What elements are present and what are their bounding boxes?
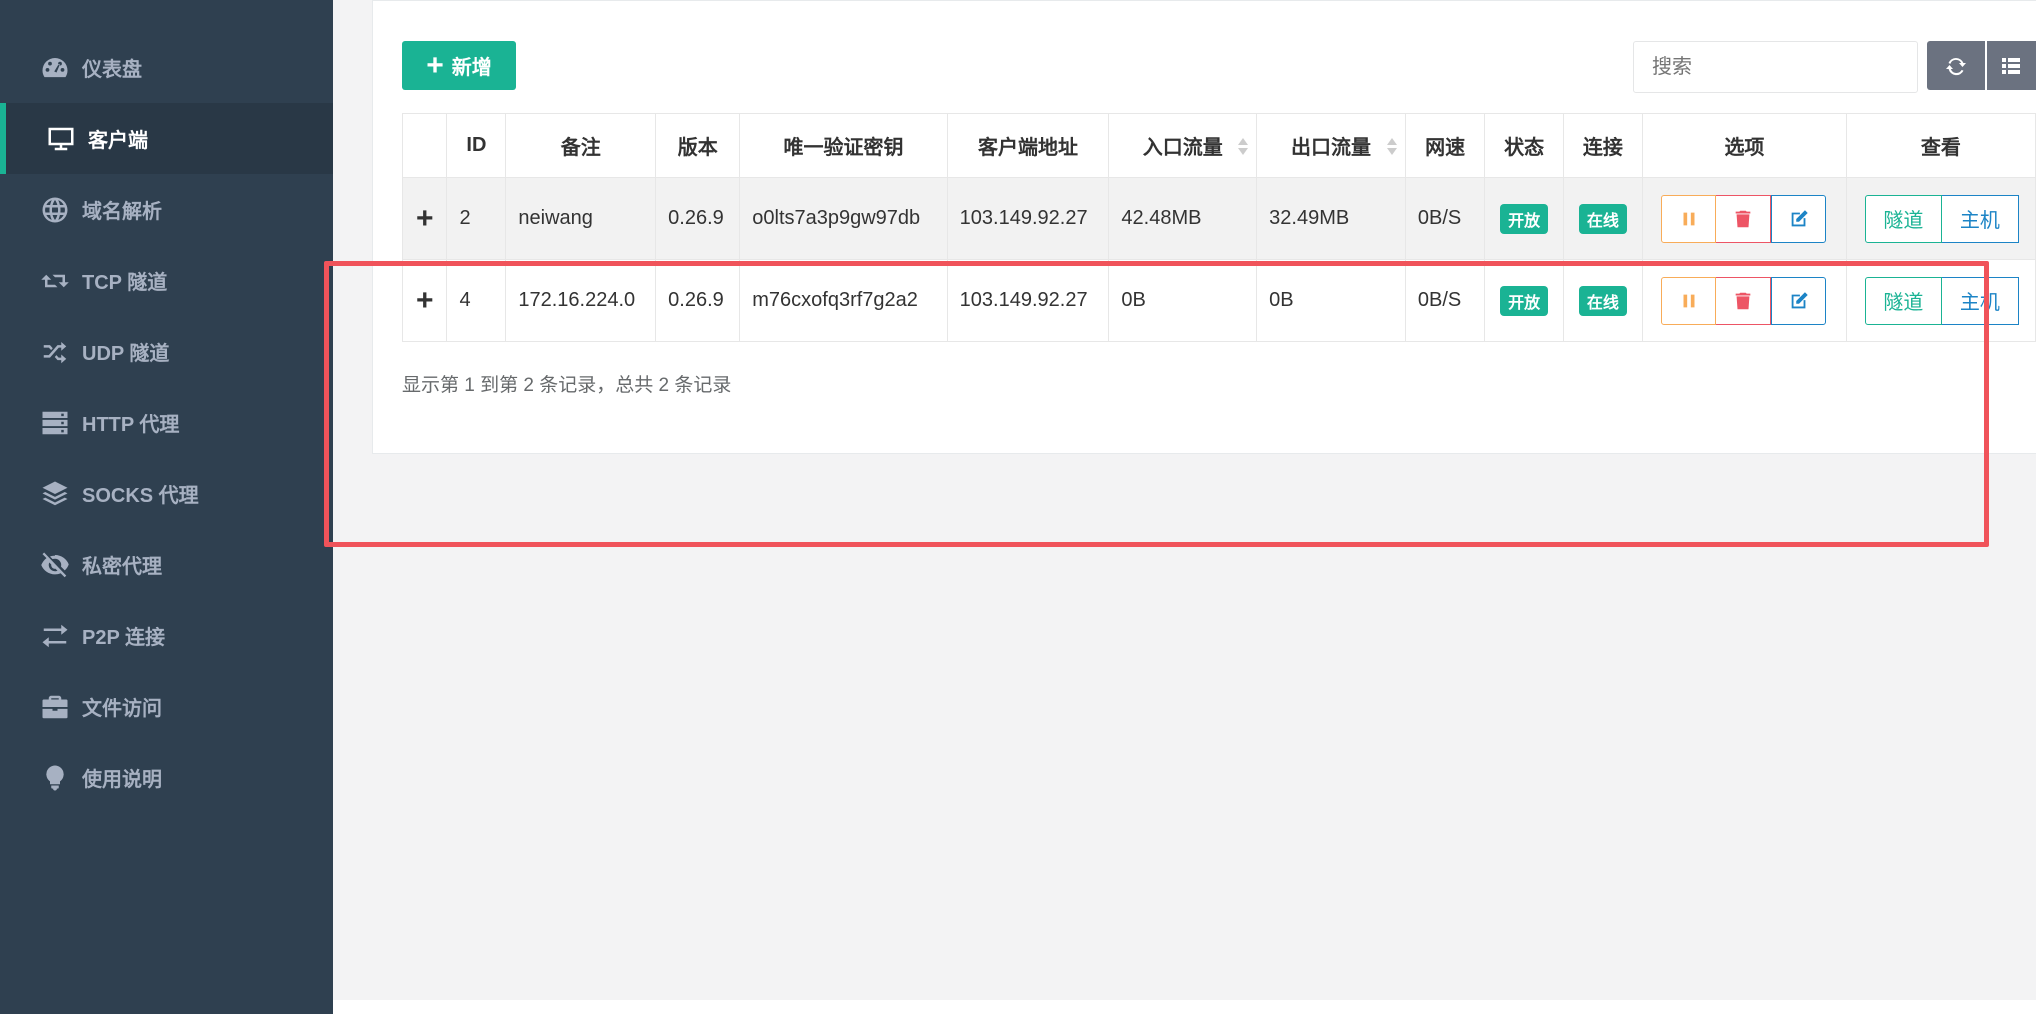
- col-remark[interactable]: 备注: [505, 113, 657, 178]
- expand-row-icon[interactable]: +: [401, 177, 448, 260]
- sidebar-item-label: 仪表盘: [82, 59, 142, 81]
- cell-options: [1642, 177, 1847, 260]
- cell-key: o0lts7a3p9gw97db: [739, 177, 948, 260]
- add-button-label: 新增: [451, 57, 492, 79]
- col-address[interactable]: 客户端地址: [946, 113, 1110, 178]
- status-badge: 开放: [1500, 203, 1549, 234]
- sidebar-item-private[interactable]: 私密代理: [0, 529, 333, 600]
- cell-speed: 0B/S: [1404, 177, 1486, 260]
- server-icon: [38, 406, 72, 440]
- col-out-flow-label: 出口流量: [1291, 137, 1372, 159]
- col-in-flow[interactable]: 入口流量: [1108, 113, 1258, 178]
- col-connect[interactable]: 连接: [1562, 113, 1644, 178]
- sidebar-item-label: 客户端: [88, 130, 148, 152]
- col-key[interactable]: 唯一验证密钥: [739, 113, 948, 178]
- briefcase-icon: [38, 690, 72, 724]
- sidebar-item-label: HTTP 代理: [82, 414, 180, 436]
- lightbulb-icon: [38, 761, 72, 795]
- cell-address: 103.149.92.27: [946, 177, 1110, 260]
- view-group: 隧道 主机: [1864, 194, 2035, 243]
- globe-icon: [38, 193, 72, 227]
- cell-in-flow: 42.48MB: [1108, 177, 1258, 260]
- sidebar-item-label: SOCKS 代理: [82, 485, 199, 507]
- refresh-button[interactable]: [1927, 41, 1985, 90]
- pause-button[interactable]: [1661, 194, 1717, 243]
- edit-icon: [1791, 209, 1808, 226]
- col-version[interactable]: 版本: [655, 113, 741, 178]
- sidebar-item-udp[interactable]: UDP 隧道: [0, 316, 333, 387]
- col-status[interactable]: 状态: [1484, 113, 1564, 178]
- table-header: ID 备注 版本 唯一验证密钥 客户端地址 入口流量 出口流量 网速 状态 连接…: [401, 113, 2036, 178]
- sidebar-item-label: 使用说明: [82, 769, 162, 791]
- random-icon: [38, 335, 72, 369]
- sidebar-item-label: 域名解析: [82, 201, 162, 223]
- delete-button[interactable]: [1716, 194, 1772, 243]
- options-group: [1661, 194, 1846, 243]
- cell-remark: neiwang: [505, 177, 657, 260]
- pause-icon: [1683, 212, 1695, 225]
- cell-out-flow: 32.49MB: [1256, 177, 1406, 260]
- connect-badge: 在线: [1578, 203, 1627, 234]
- col-id[interactable]: ID: [446, 113, 507, 178]
- col-view: 查看: [1845, 113, 2036, 178]
- view-host-button[interactable]: 主机: [1941, 194, 2019, 243]
- highlight-annotation-box: [324, 261, 1989, 547]
- cell-id: 2: [446, 177, 507, 260]
- cell-connect: 在线: [1562, 177, 1644, 260]
- exchange-icon: [38, 619, 72, 653]
- view-tunnel-button[interactable]: 隧道: [1864, 194, 1942, 243]
- sidebar: 仪表盘 客户端 域名解析 TCP 隧道 UDP 隧道 HTTP 代理 SOCKS…: [0, 0, 333, 1014]
- cell-view: 隧道 主机: [1845, 177, 2036, 260]
- edit-button[interactable]: [1771, 194, 1827, 243]
- sidebar-item-http[interactable]: HTTP 代理: [0, 387, 333, 458]
- sidebar-item-label: UDP 隧道: [82, 343, 170, 365]
- retweet-icon: [38, 264, 72, 298]
- col-options: 选项: [1642, 113, 1847, 178]
- sidebar-item-files[interactable]: 文件访问: [0, 671, 333, 742]
- list-icon: [2002, 57, 2020, 74]
- monitor-icon: [44, 122, 78, 156]
- trash-icon: [1735, 210, 1751, 227]
- sidebar-item-label: 文件访问: [82, 698, 162, 720]
- dashboard-icon: [38, 51, 72, 85]
- sidebar-item-help[interactable]: 使用说明: [0, 742, 333, 813]
- sidebar-item-label: 私密代理: [82, 556, 162, 578]
- sidebar-item-label: P2P 连接: [82, 627, 165, 649]
- sidebar-item-dashboard[interactable]: 仪表盘: [0, 32, 333, 103]
- col-expand: [401, 113, 448, 178]
- plus-icon: +: [426, 48, 444, 82]
- columns-toggle-button[interactable]: [1987, 41, 2036, 90]
- sidebar-item-domain[interactable]: 域名解析: [0, 174, 333, 245]
- sidebar-item-label: TCP 隧道: [82, 272, 168, 294]
- sidebar-item-clients[interactable]: 客户端: [0, 103, 333, 174]
- col-out-flow[interactable]: 出口流量: [1256, 113, 1406, 178]
- bottom-strip: [333, 1000, 2036, 1014]
- eye-slash-icon: [38, 548, 72, 582]
- cell-status: 开放: [1484, 177, 1564, 260]
- search-input[interactable]: [1633, 41, 1918, 93]
- sidebar-item-p2p[interactable]: P2P 连接: [0, 600, 333, 671]
- layers-icon: [38, 477, 72, 511]
- col-speed[interactable]: 网速: [1404, 113, 1486, 178]
- sidebar-item-socks[interactable]: SOCKS 代理: [0, 458, 333, 529]
- cell-version: 0.26.9: [655, 177, 741, 260]
- col-in-flow-label: 入口流量: [1142, 137, 1223, 159]
- refresh-icon: [1946, 57, 1966, 75]
- sidebar-item-tcp[interactable]: TCP 隧道: [0, 245, 333, 316]
- table-row: + 2 neiwang 0.26.9 o0lts7a3p9gw97db 103.…: [401, 177, 2036, 260]
- add-client-button[interactable]: + 新增: [402, 41, 516, 90]
